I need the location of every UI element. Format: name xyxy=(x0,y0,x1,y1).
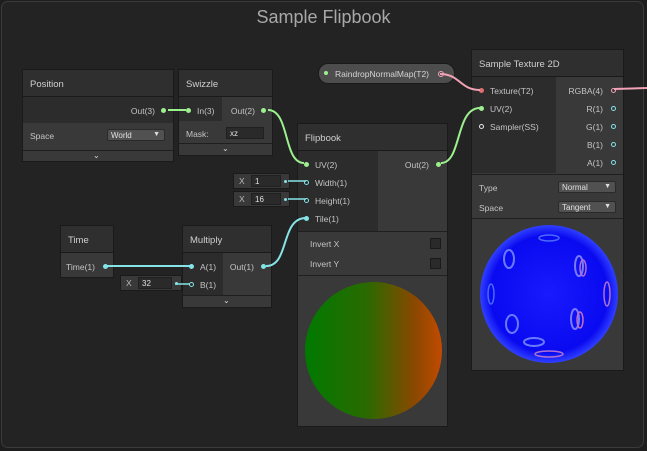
invert-x-label: Invert X xyxy=(310,239,340,249)
g-out-port[interactable] xyxy=(611,124,616,129)
a-in-port[interactable] xyxy=(189,264,194,269)
time-out-label: Time(1) xyxy=(66,262,95,272)
sample-texture-2d-node[interactable]: Sample Texture 2D Texture(T2) UV(2) Samp… xyxy=(471,49,624,371)
connector-dot xyxy=(175,282,178,285)
node-title: Flipbook xyxy=(298,124,447,151)
connector-dot xyxy=(284,180,287,183)
property-label: RaindropNormalMap(T2) xyxy=(335,69,430,79)
uv-in-port[interactable] xyxy=(479,106,484,111)
property-out-port[interactable] xyxy=(438,71,444,77)
flipbook-node[interactable]: Flipbook UV(2) Width(1) Height(1) Tile(1… xyxy=(297,123,448,427)
chevron-down-icon: ▼ xyxy=(153,131,160,138)
invert-y-label: Invert Y xyxy=(310,259,340,269)
a-out-label: A(1) xyxy=(586,158,603,168)
collapse-chevron-icon[interactable]: ⌄ xyxy=(222,144,229,153)
b-in-label: B(1) xyxy=(200,280,217,290)
out-port[interactable] xyxy=(161,108,166,113)
flipbook-preview xyxy=(305,282,442,419)
b-value-field[interactable]: 32 xyxy=(138,277,172,289)
tile-in-label: Tile(1) xyxy=(315,214,339,224)
space-dropdown[interactable]: World ▼ xyxy=(107,129,165,141)
a-in-label: A(1) xyxy=(200,262,217,272)
b-out-label: B(1) xyxy=(586,140,603,150)
invert-x-toggle[interactable] xyxy=(430,238,441,249)
uv-in-port[interactable] xyxy=(304,162,309,167)
space-value: Tangent xyxy=(562,203,591,212)
node-title: Time xyxy=(61,226,113,253)
time-out-port[interactable] xyxy=(103,264,108,269)
out-port-label: Out(3) xyxy=(130,106,155,116)
property-color-dot xyxy=(324,71,328,75)
out-port-label: Out(2) xyxy=(404,160,429,170)
space-label: Space xyxy=(30,131,55,141)
b-inline-input[interactable]: X 32 xyxy=(120,275,182,291)
property-node[interactable]: RaindropNormalMap(T2) xyxy=(318,63,455,84)
node-title: Sample Texture 2D xyxy=(472,50,623,77)
texture-in-port[interactable] xyxy=(479,88,484,93)
width-value-field[interactable]: 1 xyxy=(251,175,281,187)
position-node[interactable]: Position Out(3) Space World ▼ ⌄ xyxy=(22,69,174,162)
r-out-label: R(1) xyxy=(586,104,603,114)
x-label: X xyxy=(239,194,245,204)
time-node[interactable]: Time Time(1) xyxy=(60,225,114,278)
x-label: X xyxy=(239,176,245,186)
uv-in-label: UV(2) xyxy=(315,160,338,170)
mask-input[interactable]: xz xyxy=(226,127,264,139)
collapse-chevron-icon[interactable]: ⌄ xyxy=(223,296,230,305)
height-inline-input[interactable]: X 16 xyxy=(233,191,290,207)
chevron-down-icon: ▼ xyxy=(604,203,611,210)
out-port-label: Out(1) xyxy=(229,262,254,272)
normal-map-preview xyxy=(480,225,618,363)
out-port-label: Out(2) xyxy=(230,106,255,116)
sampler-in-port[interactable] xyxy=(479,124,484,129)
swizzle-node[interactable]: Swizzle In(3) Out(2) Mask: xz ⌄ xyxy=(178,69,273,156)
type-value: Normal xyxy=(562,183,588,192)
in-port-label: In(3) xyxy=(197,106,215,116)
type-label: Type xyxy=(479,183,498,193)
node-title: Multiply xyxy=(183,226,271,253)
a-out-port[interactable] xyxy=(611,160,616,165)
space-label: Space xyxy=(479,203,504,213)
space-value: World xyxy=(111,131,132,140)
collapse-chevron-icon[interactable]: ⌄ xyxy=(93,151,100,160)
width-in-port[interactable] xyxy=(304,180,309,185)
x-label: X xyxy=(126,278,132,288)
height-value-field[interactable]: 16 xyxy=(251,193,281,205)
invert-y-toggle[interactable] xyxy=(430,258,441,269)
node-title: Swizzle xyxy=(179,70,272,97)
sampler-in-label: Sampler(SS) xyxy=(490,122,539,132)
out-port[interactable] xyxy=(261,108,266,113)
connector-dot xyxy=(284,198,287,201)
node-title: Position xyxy=(23,70,173,97)
uv-in-label: UV(2) xyxy=(490,104,513,114)
group-title[interactable]: Sample Flipbook xyxy=(2,7,645,28)
rgba-out-port[interactable] xyxy=(611,88,616,93)
space-dropdown[interactable]: Tangent ▼ xyxy=(558,201,616,213)
height-in-label: Height(1) xyxy=(315,196,350,206)
rgba-out-label: RGBA(4) xyxy=(568,86,603,96)
multiply-node[interactable]: Multiply A(1) B(1) Out(1) ⌄ xyxy=(182,225,272,308)
g-out-label: G(1) xyxy=(586,122,603,132)
b-out-port[interactable] xyxy=(611,142,616,147)
mask-label: Mask: xyxy=(186,129,209,139)
r-out-port[interactable] xyxy=(611,106,616,111)
b-in-port[interactable] xyxy=(189,282,194,287)
type-dropdown[interactable]: Normal ▼ xyxy=(558,181,616,193)
chevron-down-icon: ▼ xyxy=(604,183,611,190)
width-inline-input[interactable]: X 1 xyxy=(233,173,290,189)
out-port[interactable] xyxy=(261,264,266,269)
in-port[interactable] xyxy=(186,108,191,113)
texture-in-label: Texture(T2) xyxy=(490,86,534,96)
tile-in-port[interactable] xyxy=(304,216,309,221)
height-in-port[interactable] xyxy=(304,198,309,203)
out-port[interactable] xyxy=(436,162,441,167)
width-in-label: Width(1) xyxy=(315,178,348,188)
